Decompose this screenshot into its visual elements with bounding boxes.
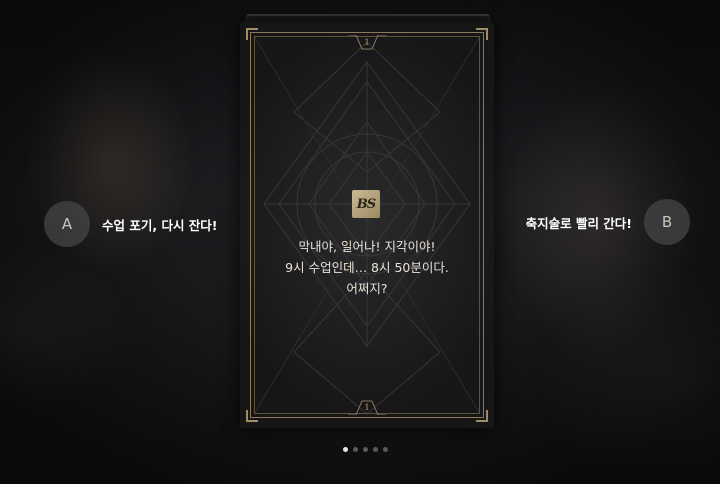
choice-b-label[interactable]: 축지술로 빨리 간다! <box>526 213 632 232</box>
choice-b-badge[interactable]: B <box>644 199 690 245</box>
frame-corner-ornament <box>476 28 488 40</box>
story-line: 9시 수업인데… 8시 50분이다. <box>285 260 449 275</box>
frame-corner-ornament <box>246 28 258 40</box>
page-number-label: 1 <box>364 403 370 412</box>
page-number-bottom: 1 <box>348 397 386 416</box>
bs-logo-icon: BS <box>352 190 380 218</box>
page-number-label: 1 <box>364 38 370 47</box>
choice-a-label[interactable]: 수업 포기, 다시 잔다! <box>102 215 218 234</box>
choice-b-button[interactable]: 축지술로 빨리 간다! B <box>526 199 690 245</box>
choice-a-badge[interactable]: A <box>44 201 90 247</box>
frame-corner-ornament <box>476 410 488 422</box>
story-card[interactable]: 1 1 BS 막내야, 일어나! 지각이야! 9시 수업인데… 8시 50분이다… <box>240 22 494 428</box>
frame-corner-ornament <box>246 410 258 422</box>
logo-text: BS <box>356 196 376 212</box>
story-line: 어쩌지? <box>346 281 388 296</box>
pagination-dot[interactable] <box>373 447 378 452</box>
story-screen: 1 1 BS 막내야, 일어나! 지각이야! 9시 수업인데… 8시 50분이다… <box>0 0 720 484</box>
story-line: 막내야, 일어나! 지각이야! <box>298 239 436 254</box>
story-text: 막내야, 일어나! 지각이야! 9시 수업인데… 8시 50분이다. 어쩌지? <box>260 236 474 299</box>
pagination-dot[interactable] <box>343 447 348 452</box>
page-number-top: 1 <box>348 34 386 53</box>
pagination-dot[interactable] <box>363 447 368 452</box>
card-frame-inner <box>254 36 480 414</box>
story-card-deck: 1 1 BS 막내야, 일어나! 지각이야! 9시 수업인데… 8시 50분이다… <box>240 14 494 428</box>
pagination-dot[interactable] <box>383 447 388 452</box>
pagination-dots <box>343 447 388 452</box>
choice-a-button[interactable]: A 수업 포기, 다시 잔다! <box>44 201 218 247</box>
pagination-dot[interactable] <box>353 447 358 452</box>
